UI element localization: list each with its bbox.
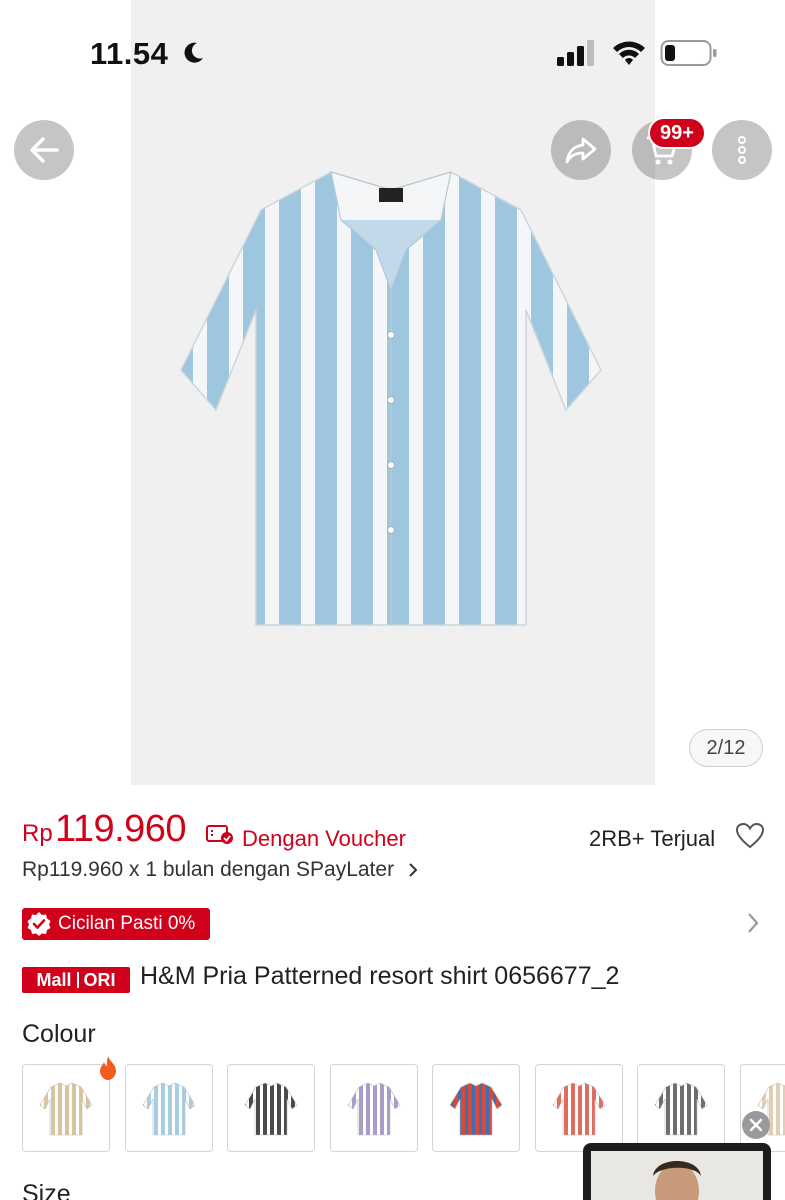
paylater-text: Rp119.960 x 1 bulan dengan SPayLater [22,858,395,881]
back-button[interactable] [14,120,74,180]
video-close-button[interactable] [742,1111,770,1139]
price-currency: Rp [22,820,53,847]
colour-options [22,1064,785,1152]
image-counter: 2/12 [689,729,763,767]
check-badge-icon [27,912,51,936]
cicilan-chevron-icon[interactable] [746,911,760,935]
colour-swatch-beige-partial[interactable] [740,1064,785,1152]
close-icon [749,1118,763,1132]
swatch-shirt-image [347,1082,401,1136]
share-button[interactable] [551,120,611,180]
cicilan-text: Cicilan Pasti 0% [58,913,196,934]
cicilan-badge[interactable]: Cicilan Pasti 0% [22,908,210,940]
moon-icon [184,42,203,63]
voucher-text[interactable]: Dengan Voucher [242,826,406,852]
colour-swatch-red-blue-pattern[interactable] [432,1064,520,1152]
floating-video[interactable] [583,1143,771,1200]
price-value: 119.960 [55,808,187,850]
colour-swatch-grey-leaf[interactable] [637,1064,725,1152]
signal-icon [557,40,594,66]
ori-badge-label: ORI [83,969,116,990]
sold-count: 2RB+ Terjual [589,826,716,851]
swatch-shirt-image [449,1082,503,1136]
product-shirt-image [180,171,602,626]
status-bar: 11.54 [0,0,785,100]
video-thumbnail [591,1151,763,1200]
status-time: 11.54 [90,36,169,71]
wifi-icon [613,41,645,65]
battery-icon [660,40,717,66]
cart-badge: 99+ [648,117,706,149]
mall-ori-badge: Mall ORI [22,967,130,993]
colour-label: Colour [22,1020,96,1048]
more-button[interactable] [712,120,772,180]
paylater-row[interactable]: Rp119.960 x 1 bulan dengan SPayLater [22,858,418,882]
colour-swatch-black-stripe[interactable] [227,1064,315,1152]
more-vertical-icon [738,136,746,164]
swatch-shirt-image [39,1082,93,1136]
heart-icon[interactable] [736,822,764,850]
colour-swatch-red-floral[interactable] [535,1064,623,1152]
model-figure [653,1161,701,1200]
badge-divider [76,972,79,988]
voucher-icon [206,825,233,844]
swatch-shirt-image [552,1082,606,1136]
swatch-shirt-image [244,1082,298,1136]
product-title: H&M Pria Patterned resort shirt 0656677_… [140,962,620,990]
chevron-right-icon [409,863,418,878]
price-row: Rp 119.960 Dengan Voucher 2RB+ Terjual [22,808,764,858]
size-label: Size [22,1180,71,1200]
flame-icon [100,1056,116,1080]
product-image[interactable] [131,0,655,785]
mall-badge-label: Mall [36,969,72,990]
swatch-shirt-image [142,1082,196,1136]
arrow-left-icon [30,137,59,163]
colour-swatch-purple-pattern[interactable] [330,1064,418,1152]
swatch-shirt-image [654,1082,708,1136]
share-icon [565,137,597,164]
colour-swatch-lightblue-stripe[interactable] [125,1064,213,1152]
